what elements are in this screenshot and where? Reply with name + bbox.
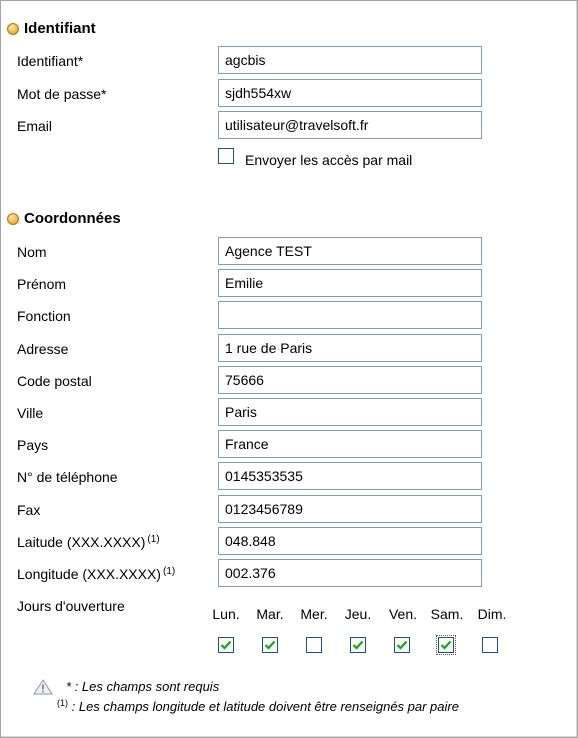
- longitude-label-text: Longitude (XXX.XXXX): [17, 566, 161, 582]
- pair-note-marker: (1): [57, 698, 68, 708]
- pays-input[interactable]: [218, 430, 482, 458]
- day-label-mer: Mer.: [300, 606, 328, 622]
- section-title: Coordonnées: [24, 210, 121, 227]
- day-label-dim: Dim.: [477, 606, 507, 622]
- email-label: Email: [17, 118, 53, 134]
- fonction-input[interactable]: [218, 301, 482, 329]
- pays-label: Pays: [17, 437, 49, 453]
- fax-input[interactable]: [218, 495, 482, 523]
- day-label-lun: Lun.: [212, 606, 240, 622]
- warning-icon: [33, 679, 53, 695]
- password-label: Mot de passe*: [17, 86, 107, 102]
- section-header-identifiant: Identifiant: [7, 20, 96, 37]
- latitude-note-marker: (1): [147, 534, 160, 545]
- code-postal-input[interactable]: [218, 366, 482, 394]
- prenom-label: Prénom: [17, 276, 67, 292]
- send-access-checkbox[interactable]: [218, 148, 234, 164]
- identifiant-label: Identifiant*: [17, 53, 84, 69]
- pair-note-text: : Les champs longitude et latitude doive…: [68, 699, 459, 714]
- telephone-label: N° de téléphone: [17, 469, 118, 485]
- check-icon: [352, 640, 364, 650]
- send-access-label: Envoyer les accès par mail: [245, 152, 413, 168]
- bullet-icon: [7, 212, 19, 225]
- longitude-note-marker: (1): [162, 566, 176, 577]
- fonction-label: Fonction: [17, 308, 71, 324]
- fax-label: Fax: [17, 502, 41, 518]
- section-title: Identifiant: [24, 20, 96, 37]
- adresse-label: Adresse: [17, 341, 69, 357]
- opening-days-label: Jours d'ouverture: [17, 598, 125, 614]
- check-icon: [440, 640, 452, 650]
- telephone-input[interactable]: [218, 462, 482, 490]
- day-checkbox-ven[interactable]: [394, 637, 410, 653]
- day-checkbox-mar[interactable]: [262, 637, 278, 653]
- longitude-input[interactable]: [218, 559, 482, 587]
- identifiant-input[interactable]: [218, 46, 482, 74]
- ville-input[interactable]: [218, 398, 482, 426]
- check-icon: [264, 640, 276, 650]
- day-checkbox-dim[interactable]: [482, 637, 498, 653]
- day-checkbox-mer[interactable]: [306, 637, 322, 653]
- day-checkbox-sam[interactable]: [436, 635, 456, 655]
- day-checkbox-jeu[interactable]: [350, 637, 366, 653]
- bullet-icon: [7, 22, 19, 35]
- nom-input[interactable]: [218, 237, 482, 265]
- day-checkbox-lun[interactable]: [218, 637, 234, 653]
- required-note: * : Les champs sont requis: [66, 679, 220, 694]
- latitude-label: Laitude (XXX.XXXX) (1): [17, 534, 160, 550]
- nom-label: Nom: [17, 244, 47, 260]
- prenom-input[interactable]: [218, 269, 482, 297]
- adresse-input[interactable]: [218, 334, 482, 362]
- check-icon: [220, 640, 232, 650]
- day-label-mar: Mar.: [256, 606, 284, 622]
- longitude-label: Longitude (XXX.XXXX) (1): [17, 566, 175, 582]
- pair-note: (1) : Les champs longitude et latitude d…: [57, 698, 459, 714]
- code-postal-label: Code postal: [17, 373, 92, 389]
- latitude-label-text: Laitude (XXX.XXXX): [17, 534, 146, 550]
- latitude-input[interactable]: [218, 527, 482, 555]
- password-input[interactable]: [218, 79, 482, 107]
- day-label-ven: Ven.: [388, 606, 418, 622]
- check-icon: [396, 640, 408, 650]
- section-header-coordonnees: Coordonnées: [7, 210, 121, 227]
- day-label-sam: Sam.: [430, 606, 464, 622]
- ville-label: Ville: [17, 405, 44, 421]
- day-label-jeu: Jeu.: [344, 606, 372, 622]
- email-input[interactable]: [218, 111, 482, 139]
